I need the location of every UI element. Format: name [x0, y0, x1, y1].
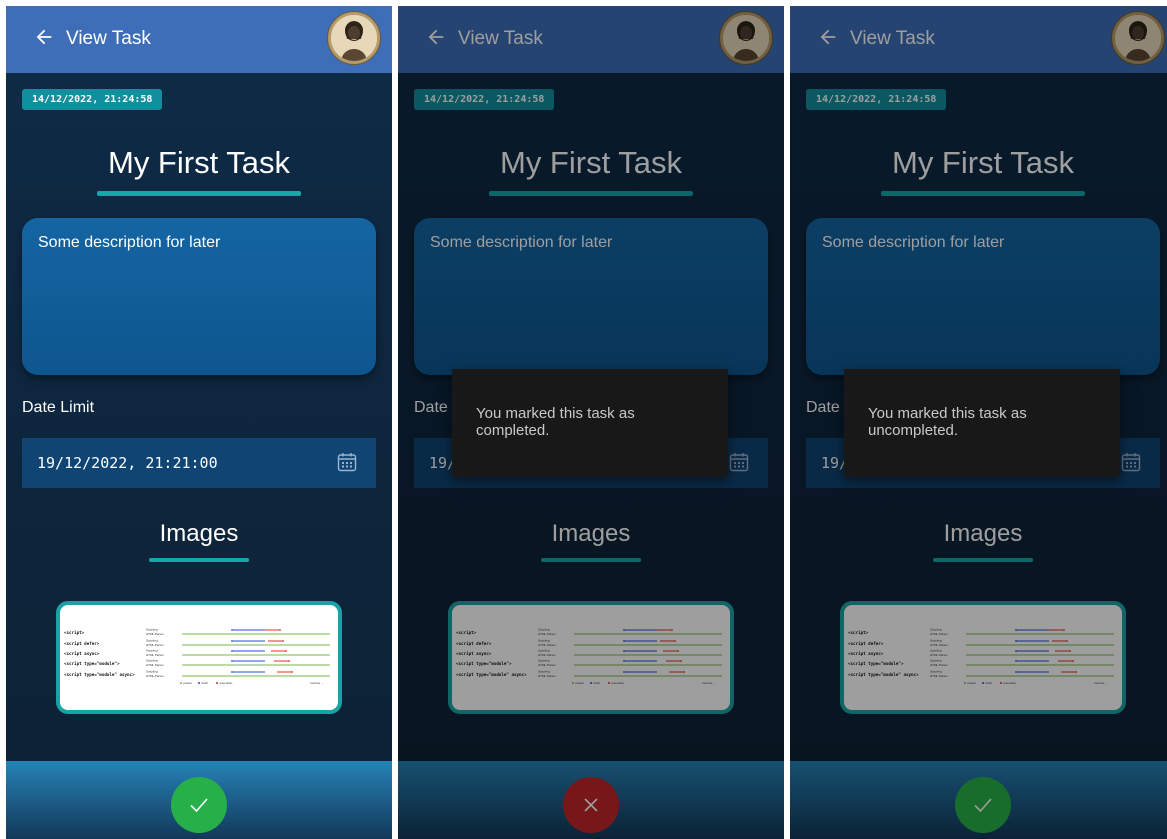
snackbar-text: You marked this task as completed. [476, 405, 635, 439]
thumb-lane-label: Scripting [146, 639, 158, 643]
screen-panel: View Task 14/12/2022, 21:24:58 My First … [398, 6, 784, 839]
task-body: 14/12/2022, 21:24:58 My First Task Some … [6, 73, 392, 761]
thumb-lane-label: Scripting [146, 670, 158, 674]
thumb-lane-label: Scripting [146, 659, 158, 663]
thumb-exec-dot [291, 671, 293, 673]
task-title: My First Task [108, 145, 290, 180]
thumb-legend-dot [216, 682, 218, 684]
snackbar: You marked this task as uncompleted. [844, 369, 1120, 477]
thumb-row-label: <script async> [64, 651, 100, 656]
thumb-row-label: <script type="module"> [64, 661, 120, 666]
thumb-exec-dot [288, 660, 290, 662]
avatar[interactable] [328, 12, 380, 64]
images-underline [149, 558, 249, 562]
thumb-exec-dot [282, 640, 284, 642]
bottom-bar [6, 761, 392, 839]
date-limit-label: Date Limit [22, 399, 95, 416]
calendar-icon[interactable] [337, 452, 357, 472]
date-limit-value: 19/12/2022, 21:21:00 [37, 454, 218, 472]
date-limit-field[interactable]: 19/12/2022, 21:21:00 [22, 438, 376, 488]
screen-panel: View Task 14/12/2022, 21:24:58 My First … [6, 6, 392, 839]
description-text: Some description for later [38, 234, 221, 251]
app-bar: View Task [6, 6, 392, 73]
description-field[interactable]: Some description for later [22, 218, 376, 375]
toggle-complete-button[interactable] [171, 777, 227, 833]
thumb-lane-label: HTML Parser [146, 632, 164, 636]
thumb-row-label: <script type="module" async> [64, 672, 135, 677]
snackbar: You marked this task as completed. [452, 369, 728, 477]
thumb-runtime-label: runtime → [310, 681, 324, 685]
thumb-lane-label: Scripting [146, 649, 158, 653]
title-underline [97, 191, 301, 196]
thumb-exec-dot [279, 629, 281, 631]
arrow-left-icon[interactable] [33, 26, 55, 48]
thumb-lane-label: HTML Parser [146, 674, 164, 678]
thumb-legend-label: execution [220, 681, 233, 685]
thumb-legend-label: fetch [202, 681, 209, 685]
thumb-exec-dot [285, 650, 287, 652]
check-icon [190, 798, 208, 813]
thumb-lane-label: Scripting [146, 628, 158, 632]
thumb-lane-label: HTML Parser [146, 663, 164, 667]
thumb-lane-label: HTML Parser [146, 653, 164, 657]
thumb-legend-dot [198, 682, 200, 684]
thumb-row-label: <script> [64, 630, 85, 635]
thumb-row-label: <script defer> [64, 641, 100, 646]
thumb-fetch-dot [231, 650, 233, 652]
thumb-lane-label: HTML Parser [146, 643, 164, 647]
thumb-legend-label: parser [184, 681, 193, 685]
created-at-badge: 14/12/2022, 21:24:58 [22, 89, 163, 110]
thumb-fetch-dot [231, 660, 233, 662]
screen-panel: View Task 14/12/2022, 21:24:58 My First … [790, 6, 1167, 839]
image-thumbnail[interactable]: <script> Scripting HTML Parser <script defe… [56, 601, 342, 714]
snackbar-text: You marked this task as uncompleted. [868, 405, 1027, 439]
thumb-fetch-dot [231, 640, 233, 642]
thumb-fetch-dot [231, 629, 233, 631]
images-heading: Images [159, 520, 239, 547]
app-bar-title: View Task [66, 28, 151, 49]
thumb-fetch-dot [231, 671, 233, 673]
thumb-legend-dot [180, 682, 182, 684]
